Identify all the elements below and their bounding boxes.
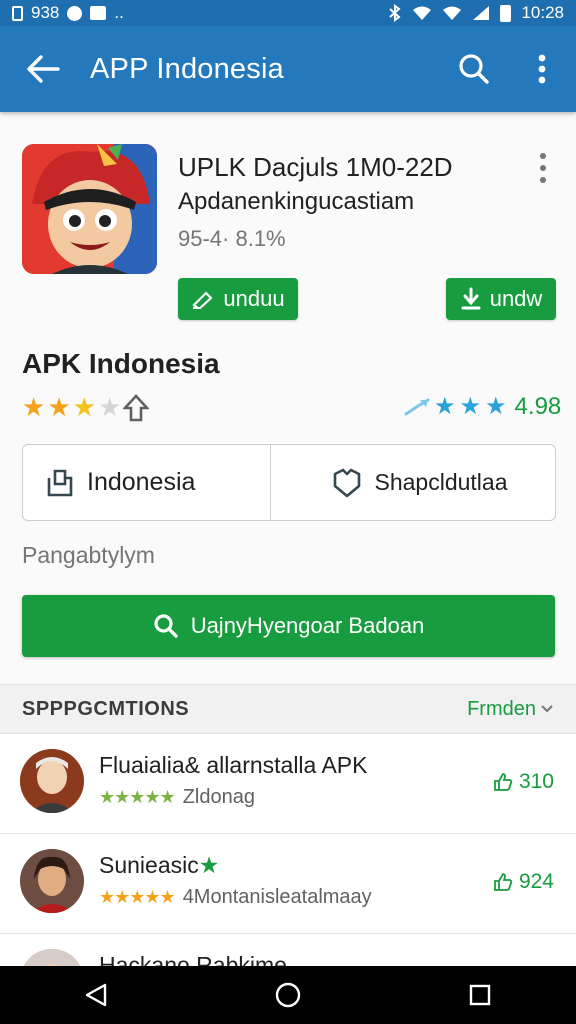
chevron-down-icon bbox=[541, 705, 553, 713]
screen: 938 .. 10:28 APP Indonesia UPLK Dacjuls … bbox=[0, 0, 576, 1024]
list-item-title: Sunieasic★ bbox=[99, 852, 219, 879]
share-icon bbox=[47, 469, 73, 496]
wifi-icon bbox=[443, 6, 462, 20]
upload-arrow-icon bbox=[123, 393, 150, 421]
indonesia-button[interactable]: Indonesia bbox=[23, 445, 270, 520]
app-meta: 95-4· 8.1% bbox=[178, 226, 286, 251]
shape-label: Shapcldutlaa bbox=[374, 469, 508, 495]
star-icon: ★ bbox=[47, 392, 71, 422]
caption-text: Pangabtylym bbox=[22, 542, 155, 568]
section-title: APK Indonesia bbox=[22, 348, 220, 379]
wifi-icon bbox=[413, 6, 432, 20]
avatar-image bbox=[20, 849, 84, 913]
status-time: 10:28 bbox=[521, 3, 564, 22]
indonesia-label: Indonesia bbox=[87, 468, 196, 496]
download-button-right[interactable]: undw bbox=[446, 278, 556, 320]
star-empty-icon: ★ bbox=[97, 392, 122, 422]
app-bar-actions bbox=[440, 26, 576, 112]
navigation-bar bbox=[0, 966, 576, 1024]
list-item-like[interactable]: 924 bbox=[493, 870, 554, 894]
list-item-stars: ★★★★★ bbox=[99, 787, 176, 807]
bookmark-icon bbox=[333, 468, 360, 497]
suggestions-header: SPPPGCMTIONS Frmden bbox=[0, 684, 576, 734]
list-item[interactable]: Sunieasic★ ★★★★★ 4Montanisleatalmaay 924 bbox=[0, 834, 576, 934]
star-icon: ★ bbox=[22, 392, 46, 422]
list-item-title-text: Sunieasic bbox=[99, 852, 199, 878]
trend-arrow-icon bbox=[404, 398, 430, 415]
nav-home-icon bbox=[275, 982, 301, 1008]
list-item-like[interactable]: 310 bbox=[493, 770, 554, 794]
search-button[interactable] bbox=[440, 26, 508, 112]
notification-icon bbox=[67, 5, 83, 21]
status-left-extra: .. bbox=[114, 3, 124, 22]
nav-recents-icon bbox=[469, 984, 491, 1006]
main-search-button[interactable]: UajnyHyengoar Badoan bbox=[22, 595, 555, 657]
avatar bbox=[20, 849, 84, 913]
list-item-count: 310 bbox=[518, 770, 554, 793]
rating-value: 4.98 bbox=[514, 392, 562, 420]
download-right-label: undw bbox=[489, 286, 543, 311]
star-icon: ★ bbox=[72, 392, 96, 422]
split-actions: Indonesia Shapcldutlaa bbox=[22, 444, 556, 521]
suggestions-link-label: Frmden bbox=[467, 697, 536, 720]
app-icon[interactable] bbox=[22, 144, 157, 274]
search-icon bbox=[154, 614, 178, 638]
app-name: UPLK Dacjuls 1M0-22D bbox=[178, 152, 453, 182]
back-arrow-icon bbox=[27, 55, 60, 83]
avatar bbox=[20, 749, 84, 813]
nav-back-icon bbox=[85, 983, 107, 1007]
download-button-left[interactable]: unduu bbox=[178, 278, 298, 320]
bluetooth-icon bbox=[389, 4, 402, 22]
nav-recents-button[interactable] bbox=[450, 966, 510, 1024]
nav-back-button[interactable] bbox=[66, 966, 126, 1024]
dot bbox=[540, 165, 546, 171]
status-left-text: 938 bbox=[31, 3, 60, 22]
download-icon bbox=[461, 287, 481, 310]
main-button-label: UajnyHyengoar Badoan bbox=[190, 613, 425, 638]
thumbs-up-icon bbox=[494, 873, 513, 891]
status-left: 938 .. bbox=[12, 3, 124, 23]
suggestions-filter[interactable]: Frmden bbox=[467, 698, 554, 721]
list-item[interactable]: Fluaialia& allarnstalla APK ★★★★★ Zldona… bbox=[0, 734, 576, 834]
shape-button[interactable]: Shapcldutlaa bbox=[269, 445, 556, 520]
list-item-title-suffix: ★ bbox=[198, 852, 220, 878]
sim-icon bbox=[12, 5, 23, 21]
list-item-developer: 4Montanisleatalmaay bbox=[182, 886, 372, 908]
header-more-button[interactable] bbox=[528, 150, 558, 186]
app-developer[interactable]: Apdanenkingucastiam bbox=[178, 188, 414, 216]
star-icon: ★ bbox=[485, 393, 507, 420]
battery-icon bbox=[500, 4, 512, 22]
avatar-image bbox=[20, 749, 84, 813]
app-bar-title: APP Indonesia bbox=[90, 52, 284, 85]
dot bbox=[540, 177, 546, 183]
thumbs-up-icon bbox=[494, 773, 513, 791]
rating-summary: ★ ★ ★ 4.98 bbox=[404, 392, 561, 421]
list-item-subtitle: ★★★★★ Zldonag bbox=[99, 786, 255, 809]
cartoon-character-icon bbox=[22, 144, 157, 274]
back-button[interactable] bbox=[0, 26, 86, 112]
list-item-count: 924 bbox=[518, 870, 554, 893]
list-item-subtitle: ★★★★★ 4Montanisleatalmaay bbox=[99, 886, 372, 909]
suggestions-title: SPPPGCMTIONS bbox=[22, 697, 190, 720]
more-options-button[interactable] bbox=[508, 26, 576, 112]
star-rating: ★ ★ ★ ★ bbox=[22, 392, 150, 423]
star-icon: ★ bbox=[459, 393, 482, 420]
list-item-developer: Zldonag bbox=[182, 786, 255, 808]
signal-icon bbox=[473, 6, 490, 20]
nav-home-button[interactable] bbox=[258, 966, 318, 1024]
more-vert-icon bbox=[538, 54, 546, 84]
status-bar: 938 .. 10:28 bbox=[0, 0, 576, 26]
star-icon: ★ bbox=[434, 393, 456, 420]
download-left-label: unduu bbox=[223, 286, 285, 311]
search-icon bbox=[459, 54, 489, 84]
list-item-title: Fluaialia& allarnstalla APK bbox=[99, 752, 368, 778]
status-right: 10:28 bbox=[388, 3, 564, 23]
edit-icon bbox=[192, 291, 213, 309]
app-bar: APP Indonesia bbox=[0, 26, 576, 112]
dot bbox=[540, 153, 546, 159]
image-icon bbox=[90, 6, 107, 20]
list-item-stars: ★★★★★ bbox=[99, 887, 176, 907]
